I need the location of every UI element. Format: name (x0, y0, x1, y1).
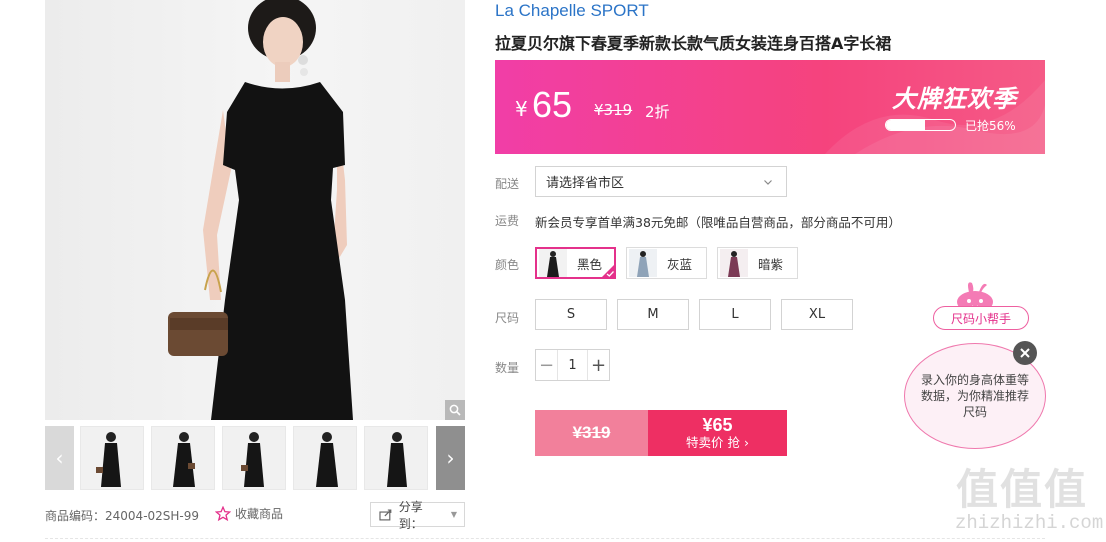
buy-button[interactable]: ¥319 ¥65 特卖价 抢 › (535, 410, 787, 456)
thumbnail[interactable] (222, 426, 286, 490)
color-option-black[interactable]: 黑色 (535, 247, 616, 279)
thumbnail[interactable] (151, 426, 215, 490)
size-option-l[interactable]: L (699, 299, 771, 330)
watermark-logo: 值值值 (956, 465, 1089, 514)
discount-badge: 2折 (645, 103, 670, 121)
thumb-prev-button[interactable]: ‹ (45, 426, 74, 490)
chevron-down-icon (764, 180, 772, 185)
thumbnail[interactable] (80, 426, 144, 490)
quantity-value[interactable]: 1 (558, 350, 587, 380)
share-icon (379, 509, 392, 521)
quantity-label: 数量 (495, 361, 520, 375)
quantity-increment-button[interactable]: + (587, 350, 609, 380)
buy-sale-area[interactable]: ¥65 特卖价 抢 › (648, 410, 787, 456)
favorite-label: 收藏商品 (235, 507, 284, 521)
product-title: 拉夏贝尔旗下春夏季新款长款气质女装连身百搭A字长裙 (495, 34, 892, 53)
chevron-left-icon: ‹ (55, 446, 64, 470)
product-code-label: 商品编码： (45, 509, 106, 523)
quantity-stepper: − 1 + (535, 349, 610, 381)
color-option-grey-blue[interactable]: 灰蓝 (626, 247, 707, 279)
size-option-xl[interactable]: XL (781, 299, 853, 330)
watermark-url: zhizhizhi.com (955, 512, 1104, 534)
color-name: 灰蓝 (667, 256, 693, 272)
quantity-decrement-button[interactable]: − (536, 350, 558, 380)
size-option-s[interactable]: S (535, 299, 607, 330)
zoom-icon[interactable] (445, 400, 465, 420)
color-swatch-grey-blue (629, 249, 657, 277)
caret-down-icon: ▼ (450, 510, 457, 519)
share-button[interactable]: 分享到： ▼ (370, 500, 465, 531)
model-photo (168, 0, 353, 420)
size-option-m[interactable]: M (617, 299, 689, 330)
region-select[interactable]: 请选择省市区 (535, 166, 787, 197)
color-swatch-dark-purple (720, 249, 748, 277)
brand-link[interactable]: La Chapelle SPORT (495, 1, 649, 21)
delivery-label: 配送 (495, 177, 520, 191)
shipping-info: 新会员专享首单满38元免邮（限唯品自营商品，部分商品不可用） (535, 215, 901, 230)
close-icon[interactable] (1013, 341, 1037, 365)
price-banner: ¥ 65 ¥319 2折 大牌狂欢季 已抢56% (495, 60, 1045, 154)
color-name: 暗紫 (758, 256, 784, 272)
color-swatch-black (539, 249, 567, 277)
favorite-button[interactable]: 收藏商品 (215, 505, 283, 522)
divider (45, 538, 1045, 539)
size-helper-text: 录入你的身高体重等数据，为你精准推荐尺码 (921, 373, 1030, 419)
shipping-label: 运费 (495, 214, 520, 228)
color-label: 颜色 (495, 258, 520, 272)
sold-progress-fill (886, 120, 925, 130)
promo-title: 大牌狂欢季 (892, 85, 1017, 113)
color-name: 黑色 (577, 256, 603, 272)
region-select-placeholder: 请选择省市区 (546, 176, 625, 191)
size-helper-tag[interactable]: 尺码小帮手 (933, 306, 1029, 330)
product-meta: 商品编码：24004-02SH-99 收藏商品 分享到： ▼ (45, 500, 465, 531)
product-code: 24004-02SH-99 (105, 509, 200, 523)
thumbnail-strip: ‹ › (45, 426, 465, 490)
color-option-dark-purple[interactable]: 暗紫 (717, 247, 798, 279)
main-product-image[interactable] (45, 0, 465, 420)
thumb-next-button[interactable]: › (436, 426, 465, 490)
chevron-right-icon: › (446, 446, 455, 470)
buy-original-price: ¥319 (535, 410, 648, 456)
currency-symbol: ¥ (515, 97, 528, 121)
buy-sale-price: ¥65 (702, 415, 733, 435)
size-label: 尺码 (495, 311, 520, 325)
sold-progress-text: 已抢56% (965, 119, 1016, 133)
thumbnail[interactable] (293, 426, 357, 490)
sold-progress-bar (885, 119, 956, 131)
buy-sale-text: 特卖价 抢 › (686, 435, 749, 450)
thumbnail[interactable] (364, 426, 428, 490)
current-price: 65 (532, 84, 573, 125)
star-icon (215, 505, 231, 521)
original-price: ¥319 (594, 101, 633, 119)
selected-check-icon (601, 264, 615, 278)
share-label: 分享到： (398, 499, 423, 531)
